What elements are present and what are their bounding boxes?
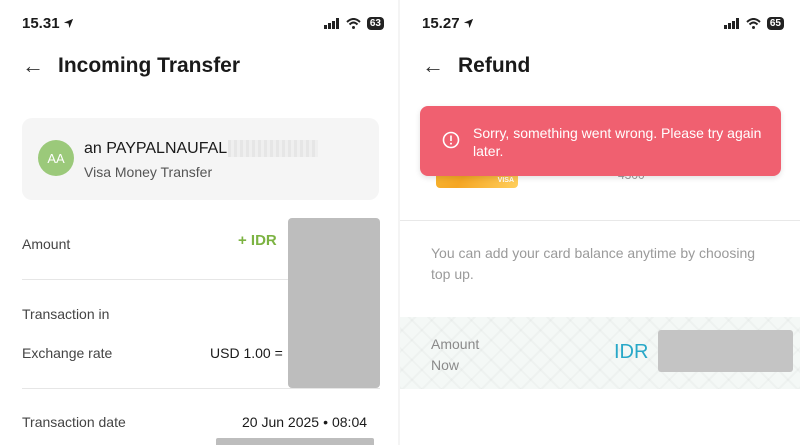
- separator-dot: •: [323, 414, 328, 430]
- transaction-in-label: Transaction in: [22, 306, 110, 322]
- refund-screen: 15.27 65 ← Refund VISA 4300: [400, 0, 800, 445]
- status-time-text: 15.27: [422, 14, 460, 32]
- divider: [22, 388, 380, 389]
- signal-icon: [323, 17, 339, 29]
- page-title: Incoming Transfer: [58, 54, 241, 77]
- battery-icon: 63: [366, 16, 384, 30]
- exchange-rate-value: USD 1.00 =: [210, 345, 283, 361]
- exchange-rate-label: Exchange rate: [22, 345, 113, 361]
- redacted-block-bottom: [216, 438, 374, 445]
- transaction-date-label: Transaction date: [22, 414, 126, 430]
- status-bar: 15.27 65: [422, 12, 784, 34]
- incoming-transfer-screen: 15.31 63 ← Incoming Transfer AA an PAYPA…: [0, 0, 400, 445]
- sender-subtitle: Visa Money Transfer: [84, 164, 213, 180]
- top-up-hint: You can add your card balance anytime by…: [431, 245, 756, 282]
- amount-currency: IDR: [614, 341, 649, 363]
- status-bar: 15.31 63: [22, 12, 384, 34]
- status-time-text: 15.31: [22, 14, 60, 32]
- page-title: Refund: [458, 54, 531, 77]
- divider: [400, 220, 800, 221]
- page-header: ← Incoming Transfer: [22, 54, 240, 78]
- error-toast[interactable]: Sorry, something went wrong. Please try …: [420, 106, 781, 176]
- redacted-amount-block: [658, 330, 793, 372]
- screenshot-comparison: 15.31 63 ← Incoming Transfer AA an PAYPA…: [0, 0, 800, 445]
- signal-icon: [723, 17, 739, 29]
- date-text: 20 Jun 2025: [242, 414, 320, 430]
- amount-now-section: Amount Now IDR: [400, 317, 800, 389]
- sender-card: AA an PAYPALNAUFAL Visa Money Transfer: [22, 118, 379, 200]
- sender-name: an PAYPALNAUFAL: [84, 140, 228, 157]
- wifi-icon: [346, 17, 361, 29]
- system-icons: 65: [723, 16, 784, 30]
- status-time: 15.31: [22, 15, 74, 32]
- amount-label: Amount: [22, 236, 71, 252]
- amount-now-label: Amount Now: [431, 336, 480, 373]
- battery-icon: 65: [766, 16, 784, 30]
- time-text: 08:04: [331, 414, 368, 430]
- location-arrow-icon: [63, 18, 73, 28]
- back-arrow-icon[interactable]: ←: [422, 55, 444, 77]
- alert-circle-icon: [442, 131, 460, 149]
- location-arrow-icon: [463, 18, 473, 28]
- page-header: ← Refund: [422, 54, 530, 78]
- redacted-name-block: [228, 140, 318, 157]
- status-time: 15.27: [422, 15, 474, 32]
- amount-value: + IDR: [238, 232, 277, 249]
- redacted-values-block: [288, 218, 380, 388]
- system-icons: 63: [323, 16, 384, 30]
- transaction-date-value: 20 Jun 2025 • 08:04: [242, 414, 367, 430]
- error-message: Sorry, something went wrong. Please try …: [473, 125, 762, 159]
- avatar: AA: [38, 140, 74, 176]
- card-brand: VISA: [497, 177, 514, 184]
- back-arrow-icon[interactable]: ←: [22, 55, 44, 77]
- wifi-icon: [746, 17, 761, 29]
